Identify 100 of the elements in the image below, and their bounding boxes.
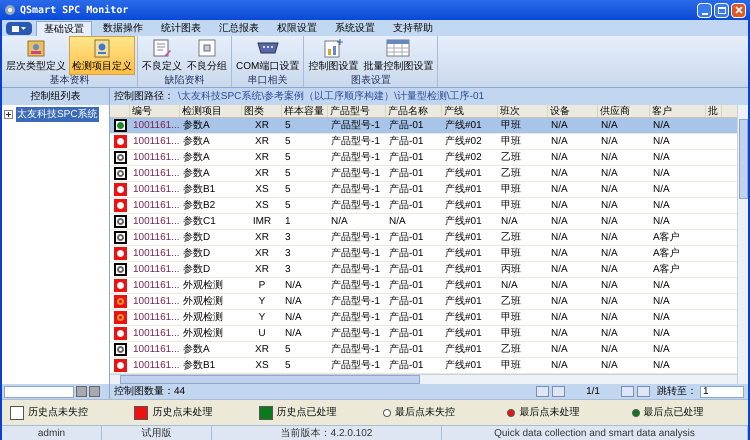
remove-button[interactable] [89,386,100,397]
table-row[interactable]: 1001161... 参数D XR 3 产品型号-1 产品-01 产线#01 甲班 N/A N/A A客户 [110,246,737,262]
group-title: 图表设置 [350,75,392,87]
tree-item[interactable]: 太友科技SPC系统 [16,107,99,122]
close-button[interactable] [731,2,746,18]
table-cell-text: 产线#01 [444,198,483,213]
table-row[interactable]: 1001161... 参数A XR 5 产品型号-1 产品-01 产线#01 乙班 N/A N/A N/A [110,166,737,182]
column-header[interactable]: 设备 [548,105,598,117]
table-icon [385,37,412,59]
table-cell-text: N/A [550,295,569,309]
search-field[interactable] [4,386,74,398]
menu-tab[interactable]: 数据操作 [96,21,150,36]
last-page-button[interactable] [637,386,650,397]
ribbon-button[interactable]: 不良定义 [140,36,184,75]
previous-page-button[interactable] [552,386,566,397]
table-row[interactable]: 1001161... 参数D XR 3 产品型号-1 产品-01 产线#01 乙班 N/A N/A A客户 [110,230,737,246]
ribbon-button[interactable]: 层次类型定义 [4,36,68,75]
table-cell-text: XR [254,135,270,149]
ribbon-button[interactable]: 不良分组 [185,36,229,75]
table-cell-text: 外观检测 [182,326,224,341]
vertical-scrollbar[interactable] [737,105,748,384]
table-cell-text: 产品型号-1 [330,230,381,245]
table-cell-text: 1001161... [132,151,180,165]
column-header[interactable]: 班次 [498,105,548,117]
table-cell-text: N/A [550,199,569,213]
table-cell-text: N/A [600,327,619,341]
table-cell-text: N/A [600,199,619,213]
minimize-button[interactable] [697,2,712,18]
table-cell-text: 甲班 [500,246,522,261]
group-title: 串口相关 [246,75,289,87]
column-header[interactable]: 客户 [650,105,706,117]
table-row[interactable]: 1001161... 参数C1 IMR 1 N/A N/A 产线#01 N/A N/A N/A N/A [110,214,737,230]
table-row[interactable]: 1001161... 参数A XR 5 产品型号-1 产品-01 产线#01 甲班 N/A N/A N/A [110,118,737,134]
menu-tab[interactable]: 基础设置 [36,21,92,36]
menu-tab[interactable]: 权限设置 [270,21,324,36]
table-row[interactable]: 1001161... 参数B1 XS 5 产品型号-1 产品-01 产线#01 甲班 N/A N/A N/A [110,182,737,198]
table-cell-text: N/A [600,215,619,229]
table-row[interactable]: 1001161... 外观检测 U N/A 产品型号-1 产品-01 产线#01 甲班 N/A N/A N/A [110,326,737,342]
table-cell-text: 产品型号-1 [330,134,381,149]
table-row[interactable]: 1001161... 参数A XR 5 产品型号-1 产品-01 产线#01 乙班 N/A N/A N/A [110,342,737,358]
table-cell-text: 5 [284,183,292,197]
panel-title: 控制组列表 [30,90,80,104]
ribbon-button[interactable]: COM端口设置 [234,36,302,75]
table-cell-text: N/A [550,247,569,261]
table-cell-text: A客户 [652,230,681,245]
column-header[interactable]: 产品名称 [386,105,442,117]
column-header[interactable]: 检测项目 [180,105,242,117]
column-header[interactable]: 样本容量 [282,105,328,117]
table-cell-text: 1001161... [132,167,180,181]
menu-tab[interactable]: 系统设置 [328,21,382,36]
column-header[interactable]: 供应商 [598,105,650,117]
table-cell-text: N/A [652,327,671,341]
menu-tab[interactable]: 汇总报表 [212,21,266,36]
path-value: \太友科技SPC系统\参考案例（以工序顺序构建）\计量型检测\工序-01 [178,90,484,104]
table-cell-text: 产品-01 [388,166,424,181]
table-cell-text: 产品-01 [388,134,424,149]
table-row[interactable]: 1001161... 外观检测 Y N/A 产品型号-1 产品-01 产线#01 乙班 N/A N/A N/A [110,294,737,310]
column-header[interactable]: 产品型号 [328,105,386,117]
close-icon [734,6,742,14]
menu-tab[interactable]: 支持帮助 [386,21,440,36]
table-row[interactable]: 1001161... 参数B2 XS 5 产品型号-1 产品-01 产线#01 甲班 N/A N/A N/A [110,198,737,214]
table-cell-text: 产线#01 [444,358,483,373]
table-cell-text: N/A [600,119,619,133]
table-cell-text: N/A [600,295,619,309]
table-cell-text: N/A [652,359,671,373]
column-header[interactable]: 产线 [442,105,498,117]
table-row[interactable]: 1001161... 外观检测 P N/A 产品型号-1 产品-01 产线#01 N/A N/A N/A N/A [110,278,737,294]
expand-toggle[interactable] [4,110,13,119]
table-cell-text: N/A [600,311,619,325]
column-header[interactable]: 批 [706,105,722,117]
table-cell-text: 产品型号-1 [330,262,381,277]
table-cell-text: 5 [284,167,292,181]
minimize-icon [702,12,708,14]
table-row[interactable]: 1001161... 外观检测 Y N/A 产品型号-1 产品-01 产线#01 甲班 N/A N/A N/A [110,310,737,326]
table-cell-text: 1001161... [132,359,180,373]
ribbon-button[interactable]: 批量控制图设置 [361,36,436,75]
table-row[interactable]: 1001161... 参数A XR 5 产品型号-1 产品-01 产线#02 乙班 N/A N/A N/A [110,150,737,166]
table-cell-text: Y [258,295,266,309]
column-header[interactable]: 编号 [130,105,180,117]
table-cell-text: N/A [284,295,303,309]
table-row[interactable]: 1001161... 参数D XR 3 产品型号-1 产品-01 产线#01 丙班 N/A N/A A客户 [110,262,737,278]
first-page-button[interactable] [536,386,550,397]
next-page-button[interactable] [621,386,634,397]
add-button[interactable] [76,386,87,397]
app-menu-button[interactable] [6,22,32,35]
table-cell-text: 产线#01 [444,246,483,261]
page-dropdown[interactable]: 1 [700,386,744,398]
ribbon-button[interactable]: 检测项目定义 [69,36,135,75]
ribbon-button[interactable]: 控制图设置 [306,36,360,75]
horizontal-scrollbar[interactable] [110,374,737,384]
table-row[interactable]: 1001161... 参数A XR 5 产品型号-1 产品-01 产线#02 甲班 N/A N/A N/A [110,134,737,150]
menu-tab[interactable]: 统计图表 [154,21,208,36]
column-header[interactable]: 图类 [242,105,282,117]
table-cell-text: 5 [284,151,292,165]
maximize-button[interactable] [714,2,729,18]
table-cell-text: 产品-01 [388,198,424,213]
table-cell-text: 乙班 [500,342,522,357]
table-cell-text: 产线#01 [444,342,483,357]
table-cell-text: N/A [550,327,569,341]
table-cell-text: N/A [652,311,671,325]
